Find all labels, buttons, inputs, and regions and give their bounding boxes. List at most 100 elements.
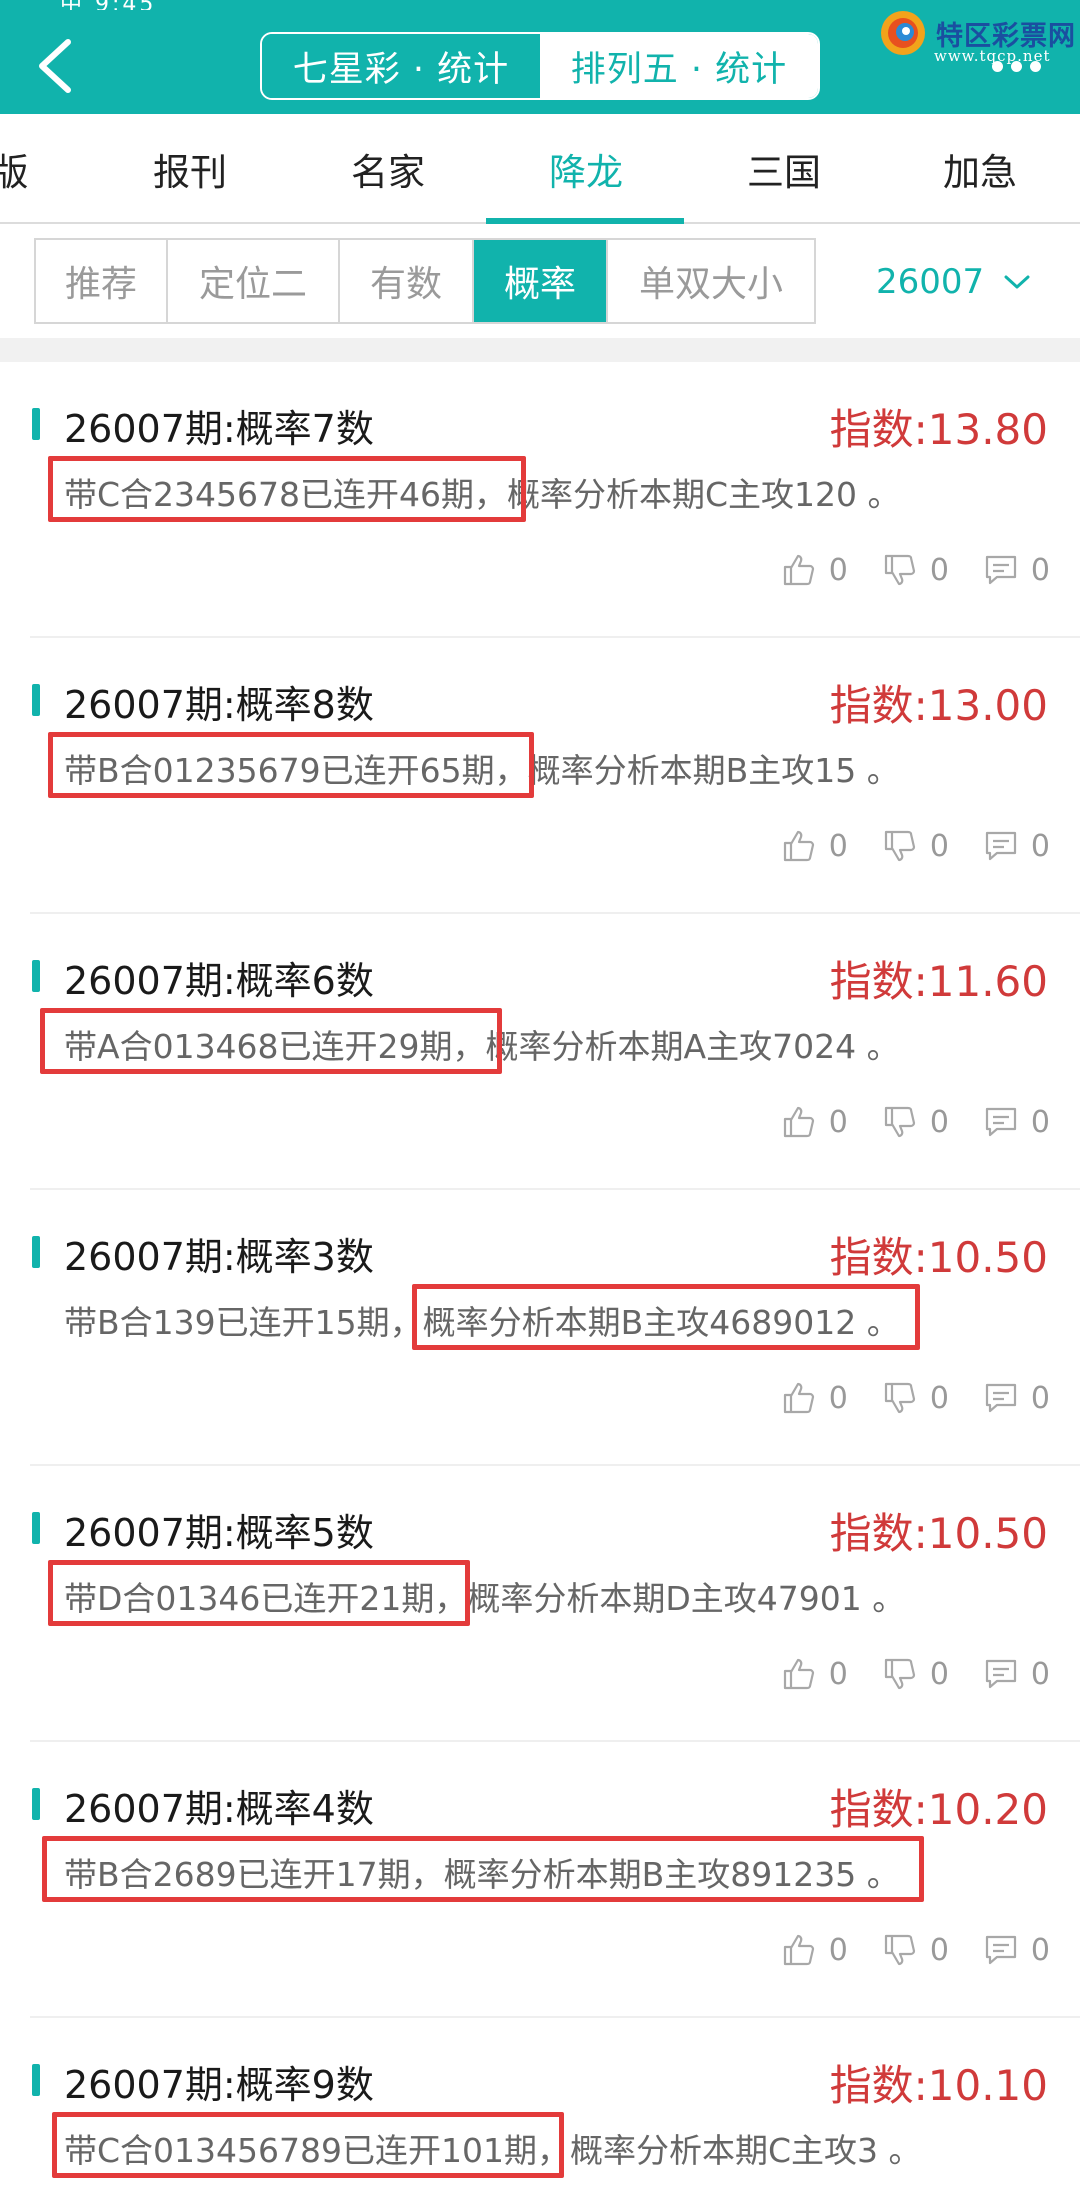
highlight-box: [52, 2112, 564, 2178]
tab-pailiewu[interactable]: 排列五 · 统计: [540, 34, 818, 98]
list-item[interactable]: 26007期:概率9数 指数:10.10 带C合013456789已连开101期…: [0, 2018, 1080, 2197]
tab-category-jiaji[interactable]: 加急: [880, 114, 1080, 224]
thumbs-down-icon: [884, 554, 915, 586]
dislike-count: 0: [929, 1380, 949, 1416]
title-accent-bar: [32, 960, 40, 992]
issue-value: 26007: [876, 262, 985, 302]
tab-category-xianglong[interactable]: 降龙: [486, 114, 686, 224]
title-accent-bar: [32, 1512, 40, 1544]
list-item[interactable]: 26007期:概率8数 指数:13.00 带B合01235679已连开65期，概…: [0, 638, 1080, 914]
app-header: 中 9:45 七星彩 · 统计 排列五 · 统计 特区彩票网 www.tqcp.…: [0, 0, 1080, 114]
like-button[interactable]: 0: [781, 1104, 848, 1140]
highlight-box: [40, 1008, 502, 1074]
dislike-button[interactable]: 0: [882, 552, 949, 588]
more-dots-icon[interactable]: [992, 58, 1048, 74]
list-item[interactable]: 26007期:概率5数 指数:10.50 带D合01346已连开21期，概率分析…: [0, 1466, 1080, 1742]
post-title: 26007期:概率8数: [64, 683, 374, 727]
comment-button[interactable]: 0: [983, 1656, 1050, 1692]
logo-swirl-icon: [881, 11, 925, 55]
like-count: 0: [828, 1104, 848, 1140]
title-accent-bar: [32, 408, 40, 440]
active-tab-indicator: [486, 218, 684, 224]
post-title: 26007期:概率7数: [64, 407, 374, 451]
filter-dingwei[interactable]: 定位二: [168, 240, 340, 322]
filter-danshuang[interactable]: 单双大小: [608, 240, 814, 322]
dislike-button[interactable]: 0: [882, 1380, 949, 1416]
post-index: 指数:10.50: [829, 1509, 1048, 1558]
filter-tuijian[interactable]: 推荐: [36, 240, 168, 322]
comment-icon: [985, 1383, 1017, 1413]
comment-count: 0: [1030, 1104, 1050, 1140]
category-tabs: 版 报刊 名家 降龙 三国 加急: [0, 114, 1080, 224]
post-actions: 0 0 0: [747, 1928, 1050, 1972]
thumbs-up-icon: [783, 554, 814, 586]
comment-icon: [985, 831, 1017, 861]
like-button[interactable]: 0: [781, 552, 848, 588]
tab-category-mingjia[interactable]: 名家: [288, 114, 488, 224]
dislike-count: 0: [929, 552, 949, 588]
like-button[interactable]: 0: [781, 1932, 848, 1968]
issue-dropdown[interactable]: 26007: [876, 262, 1032, 302]
post-index: 指数:10.10: [829, 2061, 1048, 2110]
comment-count: 0: [1030, 1932, 1050, 1968]
comment-icon: [985, 1935, 1017, 1965]
comment-button[interactable]: 0: [983, 1104, 1050, 1140]
like-count: 0: [828, 828, 848, 864]
tab-category-0[interactable]: 版: [0, 114, 40, 224]
thumbs-down-icon: [884, 1106, 915, 1138]
list-item[interactable]: 26007期:概率4数 指数:10.20 带B合2689已连开17期，概率分析本…: [0, 1742, 1080, 2018]
like-button[interactable]: 0: [781, 1380, 848, 1416]
status-text: 中 9:45: [60, 0, 260, 10]
comment-count: 0: [1030, 828, 1050, 864]
post-index: 指数:13.80: [829, 405, 1048, 454]
like-count: 0: [828, 1932, 848, 1968]
thumbs-up-icon: [783, 830, 814, 862]
comment-count: 0: [1030, 1380, 1050, 1416]
comment-count: 0: [1030, 552, 1050, 588]
post-title: 26007期:概率3数: [64, 1235, 374, 1279]
comment-icon: [985, 555, 1017, 585]
post-title: 26007期:概率5数: [64, 1511, 374, 1555]
filter-segment: 推荐 定位二 有数 概率 单双大小: [34, 238, 816, 324]
comment-icon: [985, 1659, 1017, 1689]
dislike-button[interactable]: 0: [882, 1932, 949, 1968]
back-button[interactable]: [30, 36, 84, 96]
title-accent-bar: [32, 1788, 40, 1820]
chevron-down-icon: [1004, 275, 1030, 289]
like-button[interactable]: 0: [781, 1656, 848, 1692]
highlight-box: [42, 1836, 924, 1902]
watermark-logo: 特区彩票网 www.tqcp.net: [878, 6, 1078, 66]
section-divider: [0, 338, 1080, 362]
like-button[interactable]: 0: [781, 828, 848, 864]
title-accent-bar: [32, 2064, 40, 2096]
list-item[interactable]: 26007期:概率7数 指数:13.80 带C合2345678已连开46期，概率…: [0, 362, 1080, 638]
filter-gailv[interactable]: 概率: [474, 240, 608, 322]
comment-count: 0: [1030, 1656, 1050, 1692]
dislike-count: 0: [929, 1656, 949, 1692]
filter-youshu[interactable]: 有数: [340, 240, 474, 322]
dislike-button[interactable]: 0: [882, 828, 949, 864]
thumbs-down-icon: [884, 1382, 915, 1414]
dislike-button[interactable]: 0: [882, 1104, 949, 1140]
post-title: 26007期:概率9数: [64, 2063, 374, 2107]
like-count: 0: [828, 1380, 848, 1416]
back-arrow-icon: [39, 39, 71, 93]
highlight-box: [48, 456, 526, 522]
post-actions: 0 0 0: [747, 824, 1050, 868]
comment-button[interactable]: 0: [983, 1932, 1050, 1968]
tab-category-baokan[interactable]: 报刊: [90, 114, 290, 224]
thumbs-up-icon: [783, 1934, 814, 1966]
comment-icon: [985, 1107, 1017, 1137]
comment-button[interactable]: 0: [983, 552, 1050, 588]
tab-category-sanguo[interactable]: 三国: [684, 114, 884, 224]
list-item[interactable]: 26007期:概率3数 指数:10.50 带B合139已连开15期，概率分析本期…: [0, 1190, 1080, 1466]
comment-button[interactable]: 0: [983, 1380, 1050, 1416]
like-count: 0: [828, 552, 848, 588]
dislike-count: 0: [929, 1932, 949, 1968]
list-item[interactable]: 26007期:概率6数 指数:11.60 带A合013468已连开29期，概率分…: [0, 914, 1080, 1190]
dislike-button[interactable]: 0: [882, 1656, 949, 1692]
comment-button[interactable]: 0: [983, 828, 1050, 864]
tab-qixingcai[interactable]: 七星彩 · 统计: [262, 34, 540, 98]
thumbs-up-icon: [783, 1658, 814, 1690]
post-title: 26007期:概率4数: [64, 1787, 374, 1831]
